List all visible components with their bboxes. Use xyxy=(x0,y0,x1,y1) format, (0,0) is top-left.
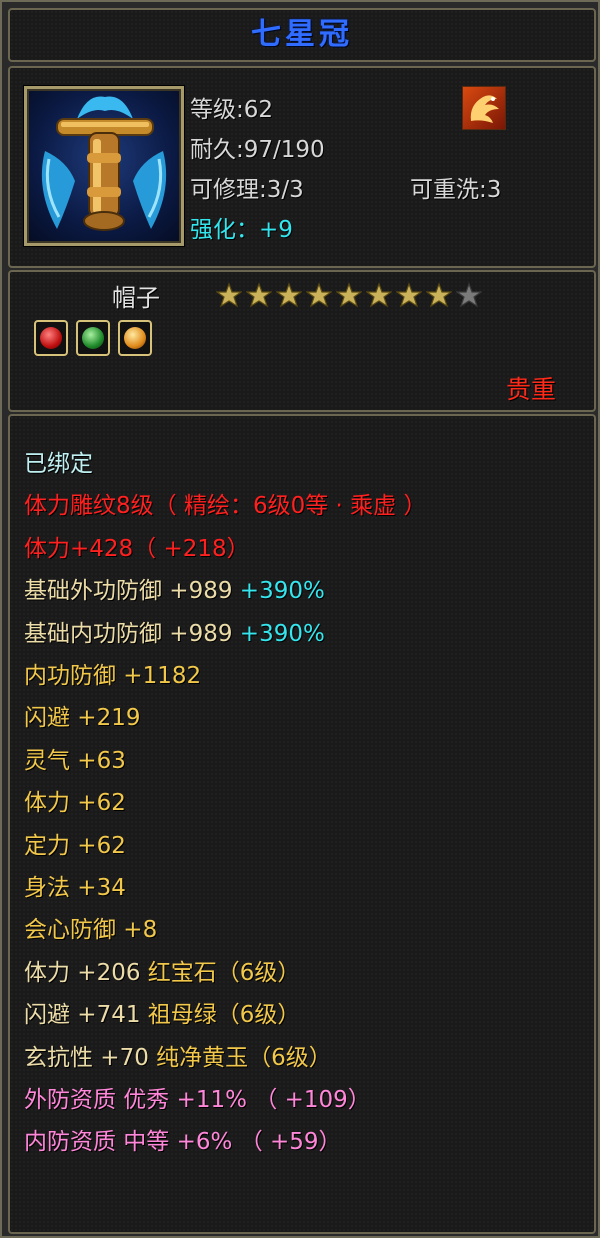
durability-row: 耐久:97/190 xyxy=(190,130,325,164)
attribute-line: 闪避 +219 xyxy=(24,702,140,734)
attribute-line: 体力 +62 xyxy=(24,787,126,819)
attribute-text: 基础内功防御 +989 xyxy=(24,620,240,647)
rewash-row: 可重洗:3 xyxy=(410,170,501,204)
level-value: 62 xyxy=(243,97,274,123)
attribute-text: 闪避 +219 xyxy=(24,705,141,732)
item-name: 七星冠 xyxy=(251,17,353,52)
level-row: 等级:62 xyxy=(190,90,273,124)
level-label: 等级 xyxy=(190,97,236,123)
attribute-gem-name: 祖母绿（6级） xyxy=(147,1002,301,1029)
attribute-text: 玄抗性 +70 xyxy=(24,1044,157,1071)
attribute-bonus: +390% xyxy=(239,578,325,605)
attribute-line: 体力+428（ +218） xyxy=(24,533,250,565)
item-info-panel: 等级:62 耐久:97/190 可修理:3/3 可重洗:3 强化：+9 xyxy=(8,66,596,268)
enhance-row: 强化：+9 xyxy=(190,210,293,244)
attribute-line: 内防资质 中等 +6% （ +59） xyxy=(24,1126,342,1158)
star-filled-icon xyxy=(426,282,452,308)
attribute-line: 体力雕纹8级（ 精绘：6级0等 · 乘虚 ） xyxy=(24,490,426,522)
rewash-sep: : xyxy=(479,177,487,203)
star-filled-icon xyxy=(366,282,392,308)
attribute-line: 身法 +34 xyxy=(24,872,126,904)
yellow-gem-icon[interactable] xyxy=(118,320,152,356)
attribute-text: 体力+428（ +218） xyxy=(24,535,250,562)
attribute-line: 体力 +206 红宝石（6级） xyxy=(24,957,300,989)
attribute-text: 内防资质 中等 +6% （ +59） xyxy=(24,1129,342,1156)
enhance-label: 强化： xyxy=(190,217,259,243)
attributes-panel: 已绑定体力雕纹8级（ 精绘：6级0等 · 乘虚 ） 体力+428（ +218） 基础… xyxy=(8,414,596,1234)
attribute-line: 基础内功防御 +989 +390% xyxy=(24,618,325,650)
item-grade: 贵重 xyxy=(505,375,556,404)
attribute-text: 定力 +62 xyxy=(24,832,126,859)
attribute-text: 基础外功防御 +989 xyxy=(24,578,240,605)
item-category: 帽子 xyxy=(112,284,160,312)
attribute-text: 灵气 +63 xyxy=(24,747,126,774)
star-filled-icon xyxy=(276,282,302,308)
star-filled-icon xyxy=(306,282,332,308)
yellow-gem-core xyxy=(124,327,146,349)
attribute-line: 定力 +62 xyxy=(24,830,126,862)
attribute-line: 已绑定 xyxy=(24,448,93,480)
rewash-value: 3 xyxy=(486,177,502,203)
red-gem-core xyxy=(40,327,62,349)
repair-sep: : xyxy=(259,177,267,203)
repair-label: 可修理 xyxy=(190,177,259,203)
durability-label: 耐久 xyxy=(190,137,236,163)
attribute-text: 体力 +206 xyxy=(24,959,148,986)
attribute-line: 内功防御 +1182 xyxy=(24,660,201,692)
repair-value: 3/3 xyxy=(266,177,304,203)
attribute-text: 身法 +34 xyxy=(24,875,126,901)
star-filled-icon xyxy=(216,282,242,308)
attribute-bonus: +390% xyxy=(239,620,325,647)
star-filled-icon xyxy=(336,282,362,308)
attribute-text: 内功防御 +1182 xyxy=(24,663,202,689)
star-empty-icon xyxy=(456,282,482,308)
attribute-text: 闪避 +741 xyxy=(24,1002,148,1029)
attribute-text: 体力雕纹8级（ 精绘：6级0等 · 乘虚 ） xyxy=(24,493,427,520)
attribute-line: 基础外功防御 +989 +390% xyxy=(24,575,325,607)
attribute-line: 闪避 +741 祖母绿（6级） xyxy=(24,999,300,1031)
attribute-line: 灵气 +63 xyxy=(24,745,126,777)
durability-sep: : xyxy=(236,137,244,163)
green-gem-core xyxy=(82,327,104,349)
phoenix-icon xyxy=(462,86,506,130)
red-gem-icon[interactable] xyxy=(34,320,68,356)
rewash-label: 可重洗 xyxy=(410,177,479,203)
attribute-gem-name: 纯净黄玉（6级） xyxy=(156,1044,332,1071)
star-filled-icon xyxy=(396,282,422,308)
item-stats: 等级:62 耐久:97/190 可修理:3/3 可重洗:3 强化：+9 xyxy=(190,82,590,252)
attribute-text: 已绑定 xyxy=(24,451,93,477)
hat-item-icon[interactable] xyxy=(24,86,184,246)
attribute-gem-name: 红宝石（6级） xyxy=(147,959,301,986)
durability-value: 97/190 xyxy=(243,137,325,163)
title-bar: 七星冠 xyxy=(8,8,596,62)
attribute-text: 体力 +62 xyxy=(24,790,126,817)
attribute-line: 会心防御 +8 xyxy=(24,914,157,946)
item-category-panel: 帽子 贵重 xyxy=(8,270,596,412)
level-sep: : xyxy=(236,97,244,123)
attribute-line: 外防资质 优秀 +11% （ +109） xyxy=(24,1084,371,1116)
enhance-value: +9 xyxy=(259,217,293,243)
green-gem-icon[interactable] xyxy=(76,320,110,356)
item-tooltip: 七星冠 等级:62 耐久:97/190 可修理:3/3 可重洗:3 强化：+9 … xyxy=(0,0,600,1238)
star-filled-icon xyxy=(246,282,272,308)
attribute-line: 玄抗性 +70 纯净黄玉（6级） xyxy=(24,1042,332,1074)
attribute-text: 会心防御 +8 xyxy=(24,917,158,944)
attribute-text: 外防资质 优秀 +11% （ +109） xyxy=(24,1087,371,1113)
repair-row: 可修理:3/3 xyxy=(190,170,304,204)
